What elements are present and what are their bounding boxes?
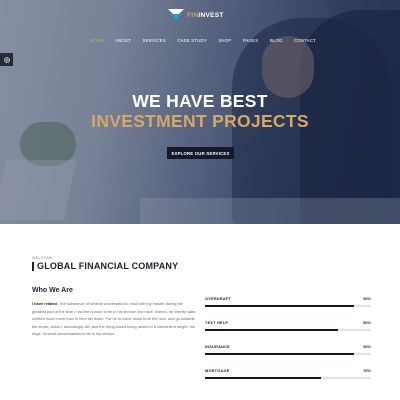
skills-list: OVERDRAFT 90% TEXT HELP 80% INSURANCE 90…: [205, 294, 371, 390]
who-we-are-text: I have related - the substance of severa…: [32, 300, 198, 338]
skill-item: OVERDRAFT 90%: [205, 294, 371, 318]
skill-label: OVERDRAFT: [205, 295, 232, 301]
nav-item-about[interactable]: ABOUT: [115, 38, 131, 43]
section-kicker: WELCOME: [32, 256, 54, 260]
section-title: GLOBAL FINANCIAL COMPANY: [37, 261, 179, 271]
gear-icon: [3, 56, 10, 63]
settings-panel-toggle[interactable]: [0, 53, 13, 66]
logo-text: FININVEST: [187, 11, 224, 19]
skill-percent: 90%: [363, 295, 371, 301]
nav-item-blog[interactable]: BLOG: [270, 38, 283, 43]
nav-item-case-study[interactable]: CASE STUDY: [177, 38, 206, 43]
main-nav: HOME ABOUT SERVICES CASE STUDY SHOP PAGE…: [90, 36, 316, 44]
who-we-are-lead: I have related: [32, 301, 57, 306]
skill-progress-fill: [205, 329, 338, 331]
nav-item-pages[interactable]: PAGES: [243, 38, 259, 43]
hero-title-line2: INVESTMENT PROJECTS: [91, 111, 309, 131]
skill-label: MORTGAGE: [205, 367, 230, 373]
hero-title-line1: WE HAVE BEST: [132, 91, 268, 111]
logo-mark-icon: [168, 9, 184, 21]
skill-progress-track: [205, 305, 371, 307]
nav-item-contact[interactable]: CONTACT: [294, 38, 316, 43]
skill-label: INSURANCE: [205, 343, 230, 349]
skill-percent: 70%: [363, 367, 371, 373]
site-logo[interactable]: FININVEST: [168, 8, 224, 22]
skill-item: INSURANCE 90%: [205, 342, 371, 366]
heading-accent-bar: [32, 262, 34, 271]
explore-services-button[interactable]: EXPLORE OUR SERVICES: [167, 147, 234, 159]
nav-item-shop[interactable]: SHOP: [218, 38, 231, 43]
skill-progress-fill: [205, 377, 322, 379]
skill-progress-track: [205, 329, 371, 331]
skill-item: MORTGAGE 70%: [205, 366, 371, 390]
skill-progress-track: [205, 377, 371, 379]
who-we-are-body: - the substance of several conversations…: [32, 301, 197, 337]
nav-item-home[interactable]: HOME: [90, 38, 104, 43]
nav-item-services[interactable]: SERVICES: [143, 38, 166, 43]
skill-label: TEXT HELP: [205, 319, 229, 325]
skill-percent: 80%: [363, 319, 371, 325]
skill-item: TEXT HELP 80%: [205, 318, 371, 342]
skill-percent: 90%: [363, 343, 371, 349]
skill-progress-fill: [205, 353, 355, 355]
skill-progress-track: [205, 353, 371, 355]
who-we-are-heading: Who We Are: [32, 287, 73, 294]
skill-progress-fill: [205, 305, 355, 307]
